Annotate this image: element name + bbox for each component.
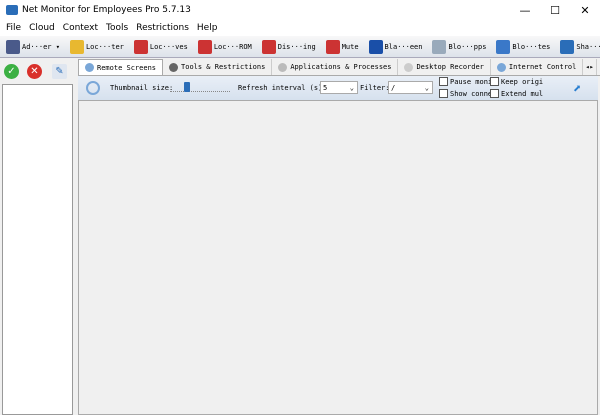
toolbar-button[interactable]: Blo···tes	[496, 39, 551, 54]
globe-icon	[496, 62, 506, 72]
checkbox-label: Extend mul	[501, 89, 544, 98]
menu-restrictions[interactable]: Restrictions	[132, 23, 193, 33]
title-bar: Net Monitor for Employees Pro 5.7.13 — ☐…	[0, 0, 600, 20]
close-button[interactable]: ✕	[570, 0, 600, 20]
slider-thumb[interactable]	[183, 82, 190, 92]
extend-multi-checkbox[interactable]: Extend mul	[490, 89, 543, 98]
thumbnail-size-label: Thumbnail size:	[110, 84, 174, 92]
tab-label: Applications & Processes	[290, 63, 392, 71]
toolbar-button-label: Sha···top	[576, 42, 600, 51]
refresh-value: 5	[323, 83, 328, 92]
toolbar-button-label: Loc···ter	[85, 42, 124, 51]
minimize-button[interactable]: —	[510, 0, 540, 20]
toolbar-button[interactable]: Mute	[325, 39, 359, 54]
expand-icon[interactable]: ⬈	[573, 81, 581, 97]
toolbar-button-label: Bla···een	[384, 42, 423, 51]
cancel-icon[interactable]: ✕	[27, 64, 42, 79]
toolbar-button[interactable]: Loc···ROM	[197, 39, 252, 54]
block-websites-icon	[496, 39, 511, 54]
tab-label: Internet Control	[508, 63, 577, 71]
refresh-interval-label: Refresh interval (s):	[238, 84, 327, 92]
computer-list[interactable]	[2, 84, 73, 415]
tab-scroll-arrows[interactable]: ◂▸	[583, 59, 597, 75]
filter-value: /	[391, 83, 396, 92]
tab-label: Desktop Recorder	[416, 63, 484, 71]
toolbar-button-label: Loc···ROM	[213, 42, 252, 51]
thumbnail-size-slider[interactable]	[170, 82, 230, 94]
checkbox-label: Pause moni	[450, 77, 493, 86]
toolbar-button-label: Ad···er ▾	[22, 42, 60, 51]
filter-select[interactable]: / ⌄	[388, 81, 433, 94]
refresh-interval-select[interactable]: 5 ⌄	[320, 81, 358, 94]
toolbar: Ad···er ▾ Loc···ter Loc···ves Loc···ROM Dis·…	[0, 36, 600, 58]
block-apps-icon	[432, 39, 447, 54]
tab-desktop-recorder[interactable]: Desktop Recorder	[398, 59, 491, 75]
window-title: Net Monitor for Employees Pro 5.7.13	[22, 5, 191, 15]
menu-cloud[interactable]: Cloud	[25, 23, 59, 33]
share-desktop-icon	[560, 39, 575, 54]
toolbar-button-label: Blo···tes	[512, 42, 551, 51]
lock-cdrom-icon	[197, 39, 212, 54]
computer-panel: ✓ ✕ ✎	[0, 59, 75, 415]
toolbar-button[interactable]: Loc···ter	[69, 39, 124, 54]
tools-icon	[169, 62, 179, 72]
toolbar-button[interactable]: Bla···een	[368, 39, 423, 54]
options-bar: Thumbnail size: Refresh interval (s): 5 ⌄…	[78, 76, 598, 100]
tab-label: Remote Screens	[97, 63, 157, 72]
pause-monitoring-checkbox[interactable]: Pause moni	[439, 77, 492, 86]
toolbar-button[interactable]: Loc···ves	[133, 39, 188, 54]
menu-file[interactable]: File	[2, 23, 25, 33]
disable-printing-icon	[261, 39, 276, 54]
monitor-icon	[85, 63, 94, 72]
app-icon	[6, 5, 18, 15]
black-screen-icon	[368, 39, 383, 54]
menu-bar: File Cloud Context Tools Restrictions He…	[0, 20, 600, 36]
toolbar-button-label: Loc···ves	[149, 42, 188, 51]
chevron-down-icon: ⌄	[424, 83, 429, 92]
filter-label: Filter:	[360, 84, 390, 92]
menu-tools[interactable]: Tools	[102, 23, 132, 33]
mute-icon	[325, 39, 340, 54]
chevron-down-icon: ⌄	[349, 83, 354, 92]
menu-context[interactable]: Context	[59, 23, 102, 33]
keep-original-checkbox[interactable]: Keep origi	[490, 77, 543, 86]
maximize-button[interactable]: ☐	[540, 0, 570, 20]
toolbar-button[interactable]: Ad···er ▾	[6, 39, 60, 54]
search-icon	[278, 62, 288, 72]
tab-remote-screens[interactable]: Remote Screens	[78, 59, 164, 75]
tab-internet-control[interactable]: Internet Control	[491, 59, 584, 75]
menu-help[interactable]: Help	[193, 23, 222, 33]
tab-tools-restrictions[interactable]: Tools & Restrictions	[163, 59, 273, 75]
tab-label: Tools & Restrictions	[181, 63, 266, 71]
check-icon[interactable]: ✓	[4, 64, 19, 79]
toolbar-button-label: Mute	[341, 42, 359, 51]
tab-bar: Remote Screens Tools & Restrictions Appl…	[78, 59, 600, 76]
checkbox-label: Keep origi	[501, 77, 544, 86]
toolbar-button[interactable]: Sha···top	[560, 39, 600, 54]
toolbar-button-label: Dis···ing	[277, 42, 316, 51]
toolbar-button[interactable]: Dis···ing	[261, 39, 316, 54]
remote-screens-area	[78, 100, 598, 415]
lock-drives-icon	[133, 39, 148, 54]
edit-icon[interactable]: ✎	[52, 64, 67, 79]
checkbox-label: Show conne	[450, 89, 493, 98]
toolbar-button[interactable]: Blo···pps	[432, 39, 487, 54]
add-computer-icon	[6, 39, 20, 54]
lock-icon	[69, 39, 84, 54]
show-connections-checkbox[interactable]: Show conne	[439, 89, 492, 98]
tab-applications-processes[interactable]: Applications & Processes	[272, 59, 399, 75]
toolbar-button-label: Blo···pps	[448, 42, 487, 51]
recorder-icon	[404, 62, 414, 72]
refresh-icon[interactable]	[86, 81, 100, 95]
